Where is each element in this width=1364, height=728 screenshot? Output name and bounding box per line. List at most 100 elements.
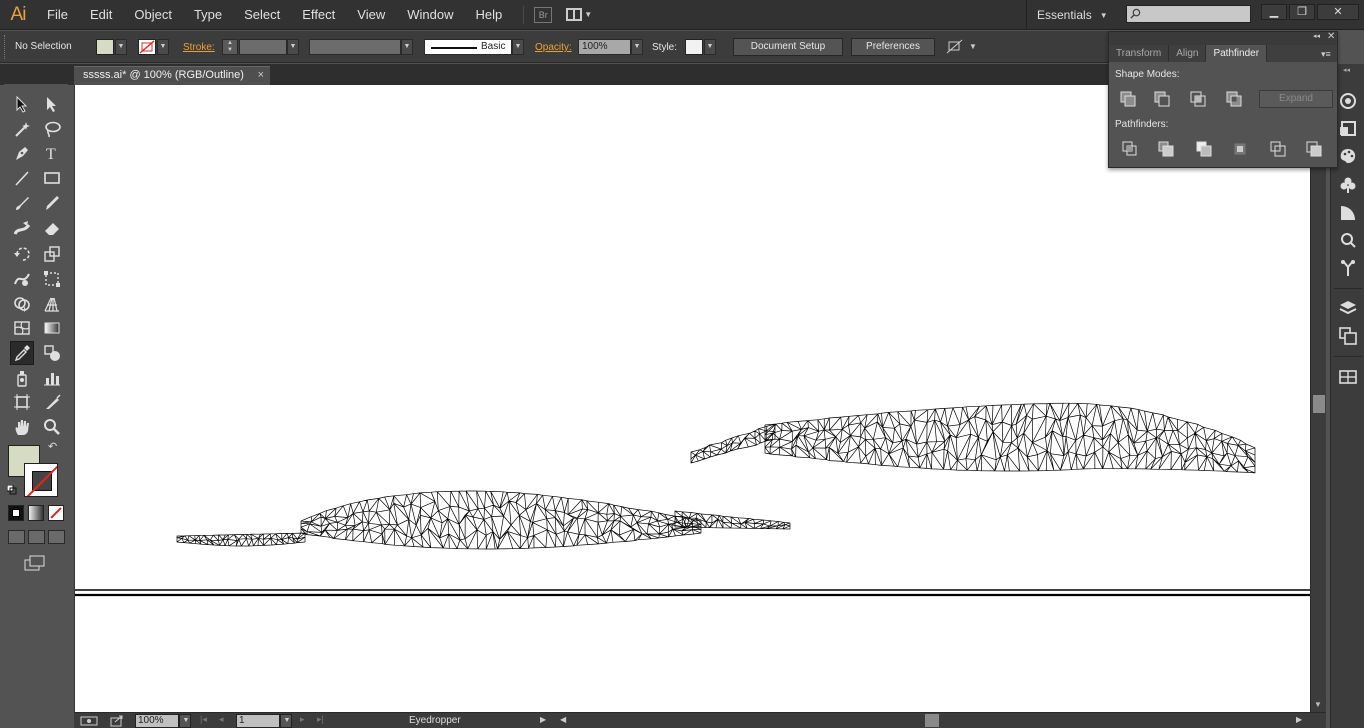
menu-window[interactable]: Window <box>396 0 464 30</box>
symbol-sprayer-tool-icon[interactable] <box>10 366 34 390</box>
shape-builder-tool-icon[interactable] <box>10 292 34 316</box>
default-fill-stroke-icon[interactable] <box>7 485 17 495</box>
swap-fill-stroke-icon[interactable]: ↶ <box>48 440 57 453</box>
opacity-dropdown[interactable]: ▼ <box>631 39 643 55</box>
artboards-icon[interactable] <box>1338 326 1358 346</box>
type-tool-icon[interactable]: T <box>40 141 64 165</box>
none-mode-icon[interactable] <box>48 505 64 521</box>
zoom-level-field[interactable]: 100% <box>135 714 179 728</box>
swatches-icon[interactable] <box>1338 146 1358 166</box>
menu-object[interactable]: Object <box>123 0 183 30</box>
menu-select[interactable]: Select <box>233 0 291 30</box>
preferences-button[interactable]: Preferences <box>851 38 935 56</box>
profile-dropdown[interactable]: ▼ <box>401 39 413 55</box>
horizontal-scroll-thumb[interactable] <box>925 714 939 727</box>
menu-edit[interactable]: Edit <box>79 0 123 30</box>
tab-transform[interactable]: Transform <box>1109 45 1170 62</box>
artboard-canvas[interactable] <box>74 85 1310 712</box>
restore-button[interactable]: ❐ <box>1289 4 1315 20</box>
expand-button[interactable]: Expand <box>1259 90 1333 108</box>
outline-icon[interactable] <box>1269 140 1287 158</box>
stroke-swatch[interactable] <box>138 39 156 55</box>
blend-tool-icon[interactable] <box>40 341 64 365</box>
tab-pathfinder[interactable]: Pathfinder <box>1206 45 1268 62</box>
bridge-button[interactable]: Br <box>534 6 553 23</box>
prev-artboard-icon[interactable]: ◂ <box>219 714 224 725</box>
layers-icon[interactable] <box>1338 298 1358 318</box>
pen-tool-icon[interactable] <box>10 141 34 165</box>
opacity-label[interactable]: Opacity: <box>535 42 572 53</box>
mesh-tool-icon[interactable] <box>10 316 34 340</box>
selection-tool-icon[interactable] <box>10 92 34 116</box>
trim-icon[interactable] <box>1157 140 1175 158</box>
menu-help[interactable]: Help <box>464 0 513 30</box>
first-artboard-icon[interactable]: |◂ <box>200 714 207 725</box>
artboard-number-field[interactable]: 1 <box>236 714 280 728</box>
menu-type[interactable]: Type <box>183 0 233 30</box>
arrange-documents-button[interactable]: ▼ <box>566 8 592 21</box>
draw-normal-icon[interactable] <box>8 530 25 544</box>
intersect-icon[interactable] <box>1189 90 1207 108</box>
screen-mode-icon[interactable] <box>24 555 46 571</box>
brush-definition[interactable]: Basic <box>424 39 512 55</box>
brushes-icon[interactable] <box>1338 258 1358 278</box>
scale-tool-icon[interactable] <box>40 242 64 266</box>
minus-front-icon[interactable] <box>1153 90 1171 108</box>
paintbrush-tool-icon[interactable] <box>10 191 34 215</box>
graphic-style-swatch[interactable] <box>685 39 703 55</box>
lasso-tool-icon[interactable] <box>40 117 64 141</box>
close-window-button[interactable]: ✕ <box>1317 4 1359 20</box>
style-dropdown[interactable]: ▼ <box>704 39 716 55</box>
artboard-tool-icon[interactable] <box>10 390 34 414</box>
color-guide-icon[interactable] <box>1338 118 1358 138</box>
scroll-down-icon[interactable]: ▼ <box>1314 700 1322 709</box>
color-panel-icon[interactable] <box>1338 91 1358 111</box>
gradient-mode-icon[interactable] <box>28 505 44 521</box>
align-options-icon[interactable] <box>946 39 964 55</box>
panel-title-bar[interactable]: ◂◂ ✕ <box>1109 31 1337 45</box>
pencil-tool-icon[interactable] <box>40 191 64 215</box>
expand-dock-icon[interactable]: ◂◂ <box>1343 66 1350 74</box>
eraser-tool-icon[interactable] <box>40 216 64 240</box>
free-transform-tool-icon[interactable] <box>40 267 64 291</box>
zoom-dropdown[interactable]: ▼ <box>179 714 191 728</box>
scroll-thumb[interactable] <box>1313 395 1325 413</box>
collapse-icon[interactable]: ◂◂ <box>1313 32 1320 40</box>
blob-brush-tool-icon[interactable] <box>10 216 34 240</box>
zoom-tool-icon[interactable] <box>40 415 64 439</box>
stroke-dropdown[interactable]: ▼ <box>157 39 169 55</box>
next-artboard-icon[interactable]: ▸ <box>300 714 305 725</box>
divide-icon[interactable] <box>1121 140 1139 158</box>
menu-file[interactable]: File <box>36 0 79 30</box>
close-icon[interactable]: ✕ <box>1327 31 1335 42</box>
slice-tool-icon[interactable] <box>40 390 64 414</box>
close-tab-icon[interactable]: × <box>258 67 264 84</box>
magic-wand-tool-icon[interactable] <box>10 117 34 141</box>
crop-icon[interactable] <box>1231 140 1249 158</box>
stroke-color-swatch[interactable] <box>24 463 58 497</box>
version-cue-icon[interactable] <box>80 715 98 727</box>
perspective-grid-tool-icon[interactable] <box>40 292 64 316</box>
minus-back-icon[interactable] <box>1305 140 1323 158</box>
fill-dropdown[interactable]: ▼ <box>115 39 127 55</box>
stroke-label[interactable]: Stroke: <box>183 42 215 53</box>
minimize-button[interactable]: ▁ <box>1261 4 1287 20</box>
line-segment-tool-icon[interactable] <box>10 166 34 190</box>
opacity-field[interactable]: 100% <box>578 39 631 55</box>
artboard-dropdown[interactable]: ▼ <box>280 714 292 728</box>
merge-icon[interactable] <box>1195 140 1213 158</box>
share-icon[interactable] <box>110 715 124 727</box>
search-input[interactable] <box>1126 5 1251 23</box>
gradient-tool-icon[interactable] <box>40 316 64 340</box>
warp-tool-icon[interactable] <box>10 267 34 291</box>
scroll-left-icon[interactable]: ◀ <box>560 715 566 724</box>
stroke-weight-dropdown[interactable]: ▼ <box>287 39 299 55</box>
scroll-right-icon[interactable]: ▶ <box>1296 715 1302 724</box>
stroke-weight-stepper[interactable]: ▲ ▼ <box>222 39 238 55</box>
workspace-switcher[interactable]: Essentials ▼ <box>1026 0 1108 30</box>
exclude-icon[interactable] <box>1225 90 1243 108</box>
fill-swatch[interactable] <box>96 39 114 55</box>
tab-align[interactable]: Align <box>1169 45 1207 62</box>
rectangle-tool-icon[interactable] <box>40 166 64 190</box>
menu-effect[interactable]: Effect <box>291 0 346 30</box>
